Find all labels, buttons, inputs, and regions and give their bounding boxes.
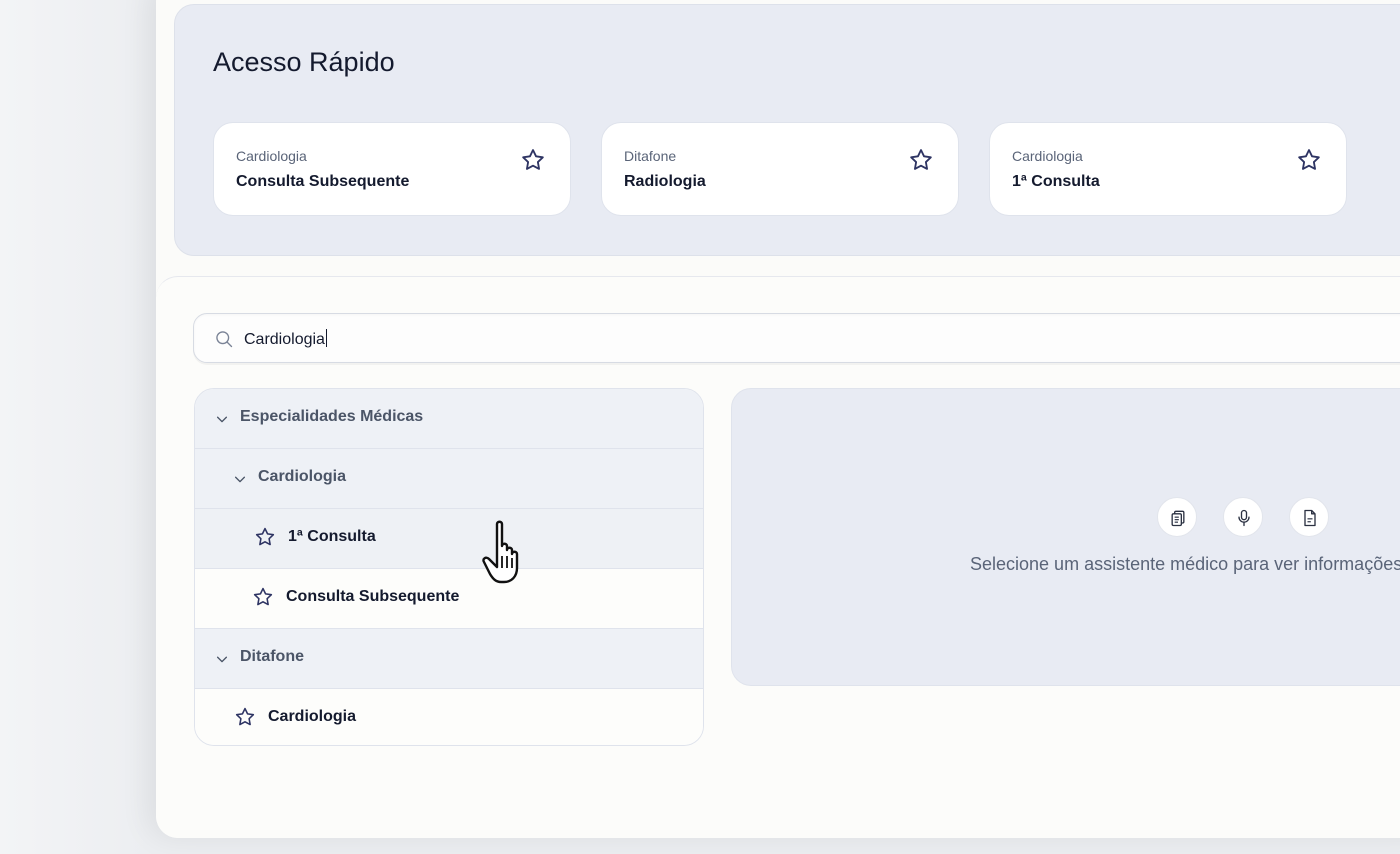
tree-item-cardiologia[interactable]: Cardiologia — [195, 689, 703, 745]
quick-access-card[interactable]: Cardiologia 1ª Consulta — [989, 122, 1347, 216]
microphone-icon — [1223, 497, 1263, 537]
assistant-detail-placeholder: Selecione um assistente médico para ver … — [731, 388, 1400, 686]
document-icon — [1289, 497, 1329, 537]
hand-pointer-cursor-icon — [482, 520, 519, 584]
tree-item-1a-consulta[interactable]: 1ª Consulta — [195, 509, 703, 569]
quick-access-card[interactable]: Cardiologia Consulta Subsequente — [213, 122, 571, 216]
app-window: Acesso Rápido Cardiologia Consulta Subse… — [156, 0, 1400, 838]
star-outline-icon[interactable] — [908, 147, 934, 173]
quick-access-card[interactable]: Ditafone Radiologia — [601, 122, 959, 216]
card-category: Cardiologia — [236, 148, 307, 164]
quick-access-panel: Acesso Rápido Cardiologia Consulta Subse… — [174, 4, 1400, 256]
clipboard-copy-icon — [1157, 497, 1197, 537]
assistant-tree: Especialidades Médicas Cardiologia 1ª Co… — [194, 388, 704, 746]
chevron-down-icon[interactable] — [233, 472, 247, 486]
card-category: Ditafone — [624, 148, 677, 164]
chevron-down-icon[interactable] — [215, 412, 229, 426]
star-outline-icon[interactable] — [254, 526, 276, 548]
tree-group-ditafone[interactable]: Ditafone — [195, 629, 703, 689]
tree-item-label: Cardiologia — [268, 708, 357, 725]
tree-group-label: Especialidades Médicas — [240, 408, 424, 425]
search-input[interactable]: Cardiologia — [193, 313, 1400, 363]
tree-item-consulta-subsequente[interactable]: Consulta Subsequente — [195, 569, 703, 629]
card-name: Radiologia — [624, 173, 706, 190]
star-outline-icon[interactable] — [520, 147, 546, 173]
quick-access-title: Acesso Rápido — [213, 47, 395, 77]
assistant-browser-panel: Cardiologia Especialidades Médicas Cardi… — [156, 276, 1400, 838]
card-name: Consulta Subsequente — [236, 173, 410, 190]
tree-subgroup-cardiologia[interactable]: Cardiologia — [195, 449, 703, 509]
card-category: Cardiologia — [1012, 148, 1083, 164]
tree-group-label: Ditafone — [240, 648, 304, 665]
search-input-value[interactable]: Cardiologia — [244, 329, 327, 349]
card-name: 1ª Consulta — [1012, 173, 1100, 190]
text-caret — [325, 329, 327, 347]
tree-subgroup-label: Cardiologia — [258, 468, 347, 485]
tree-group-especialidades[interactable]: Especialidades Médicas — [195, 389, 703, 449]
star-outline-icon[interactable] — [1296, 147, 1322, 173]
placeholder-message: Selecione um assistente médico para ver … — [970, 554, 1400, 574]
search-icon — [216, 331, 233, 348]
chevron-down-icon[interactable] — [215, 652, 229, 666]
star-outline-icon[interactable] — [234, 706, 256, 728]
star-outline-icon[interactable] — [252, 586, 274, 608]
tree-item-label: Consulta Subsequente — [286, 588, 460, 605]
tree-item-label: 1ª Consulta — [288, 528, 376, 545]
